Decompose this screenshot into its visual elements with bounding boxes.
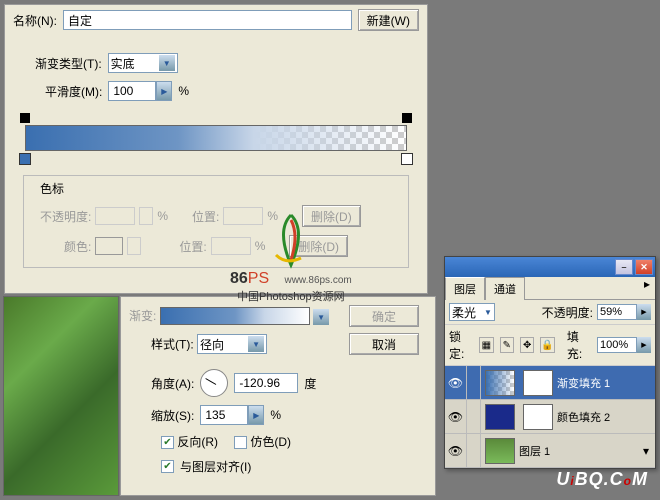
smoothness-label: 平滑度(M): <box>45 83 102 100</box>
lock-transparency-icon[interactable]: ▦ <box>479 337 493 353</box>
visibility-icon[interactable]: 👁 <box>445 434 467 467</box>
angle-input[interactable] <box>234 373 298 393</box>
opacity-label: 不透明度: <box>542 304 593 321</box>
footer-watermark: UiBQ.CoM <box>556 469 648 490</box>
color-label: 颜色: <box>64 238 91 255</box>
style-label: 样式(T): <box>151 338 194 352</box>
mask-thumb[interactable] <box>523 370 553 396</box>
percent-label: % <box>178 84 189 98</box>
background-photo <box>3 296 119 496</box>
gradient-type-label: 渐变类型(T): <box>35 55 102 72</box>
link-cell[interactable] <box>467 400 481 433</box>
layer-thumb[interactable] <box>485 438 515 464</box>
opacity-input <box>95 207 135 225</box>
fill-spinner[interactable]: ▶ <box>597 337 651 353</box>
visibility-icon[interactable]: 👁 <box>445 366 467 399</box>
cancel-button[interactable]: 取消 <box>349 333 419 355</box>
layer-list: 👁 渐变填充 1 👁 颜色填充 2 👁 图层 1 ▾ <box>445 366 655 468</box>
chevron-down-icon: ▼ <box>248 336 264 352</box>
link-cell[interactable] <box>467 366 481 399</box>
angle-dial[interactable] <box>200 369 228 397</box>
gradient-preview[interactable] <box>160 307 310 325</box>
layer-menu-icon[interactable]: ▾ <box>637 444 655 458</box>
gradient-editor-dialog: 名称(N): 新建(W) 渐变类型(T): 实底 ▼ 平滑度(M): ▶ % 色… <box>4 4 428 294</box>
stops-fieldset: 色标 不透明度: % 位置: % 删除(D) 颜色: 位置: % 删除(D) <box>23 175 409 268</box>
chevron-right-icon: ▶ <box>156 81 172 101</box>
gradient-fill-dialog: 渐变: ▼ 确定 样式(T): 径向 ▼ 取消 角度(A): 度 缩放(S): … <box>120 296 436 496</box>
position-input <box>223 207 263 225</box>
gradient-bar[interactable] <box>25 125 407 151</box>
layer-row[interactable]: 👁 图层 1 ▾ <box>445 434 655 468</box>
position-label: 位置: <box>192 208 219 225</box>
gradient-label: 渐变: <box>129 309 156 323</box>
chevron-right-icon: ▶ <box>248 405 264 425</box>
chevron-right-icon: ▶ <box>637 304 651 320</box>
lock-all-icon[interactable]: 🔒 <box>540 337 554 353</box>
name-label: 名称(N): <box>13 12 57 29</box>
visibility-icon[interactable]: 👁 <box>445 400 467 433</box>
stops-legend: 色标 <box>36 180 68 197</box>
chevron-right-icon <box>127 237 141 255</box>
color-stop-right[interactable] <box>401 153 413 165</box>
lock-paint-icon[interactable]: ✎ <box>500 337 514 353</box>
angle-label: 角度(A): <box>151 375 194 392</box>
scale-spinner[interactable]: ▶ <box>200 405 264 425</box>
position-label-2: 位置: <box>179 238 206 255</box>
align-label: 与图层对齐(I) <box>180 458 251 475</box>
scale-input[interactable] <box>200 405 248 425</box>
minimize-icon[interactable]: – <box>615 259 633 275</box>
smoothness-spinner[interactable]: ▶ <box>108 81 172 101</box>
gradient-type-value: 实底 <box>111 55 135 72</box>
position-input-2 <box>211 237 251 255</box>
panel-menu-icon[interactable]: ▸ <box>639 277 655 300</box>
link-cell[interactable] <box>467 434 481 467</box>
scale-label: 缩放(S): <box>151 407 194 424</box>
mask-thumb[interactable] <box>523 404 553 430</box>
opacity-stop-right[interactable] <box>402 113 412 123</box>
chevron-right-icon: ▶ <box>637 337 651 353</box>
delete-stop-button-2: 删除(D) <box>289 235 348 257</box>
dither-checkbox[interactable] <box>234 436 247 449</box>
layers-panel: – ✕ 图层 通道 ▸ 柔光 ▼ 不透明度: ▶ 锁定: ▦ ✎ ✥ 🔒 填充:… <box>444 256 656 469</box>
reverse-checkbox[interactable]: ✔ <box>161 436 174 449</box>
layer-thumb[interactable] <box>485 370 515 396</box>
new-button[interactable]: 新建(W) <box>358 9 419 31</box>
tab-layers[interactable]: 图层 <box>445 277 485 300</box>
reverse-label: 反向(R) <box>177 435 218 449</box>
blend-mode-select[interactable]: 柔光 ▼ <box>449 303 495 321</box>
color-swatch <box>95 237 123 255</box>
panel-titlebar[interactable]: – ✕ <box>445 257 655 277</box>
gradient-ramp[interactable] <box>25 113 407 165</box>
chevron-down-icon[interactable]: ▼ <box>313 309 329 325</box>
name-input[interactable] <box>63 10 352 30</box>
lock-position-icon[interactable]: ✥ <box>520 337 534 353</box>
smoothness-input[interactable] <box>108 81 156 101</box>
align-checkbox[interactable]: ✔ <box>161 460 174 473</box>
close-icon[interactable]: ✕ <box>635 259 653 275</box>
tab-channels[interactable]: 通道 <box>485 277 525 300</box>
fill-label: 填充: <box>567 328 591 362</box>
opacity-label: 不透明度: <box>40 208 91 225</box>
layer-thumb[interactable] <box>485 404 515 430</box>
opacity-spinner[interactable]: ▶ <box>597 304 651 320</box>
style-select[interactable]: 径向 ▼ <box>197 334 267 354</box>
confirm-button[interactable]: 确定 <box>349 305 419 327</box>
degree-label: 度 <box>304 375 316 392</box>
chevron-down-icon: ▼ <box>159 55 175 71</box>
lock-label: 锁定: <box>449 328 473 362</box>
gradient-type-select[interactable]: 实底 ▼ <box>108 53 178 73</box>
color-stop-left[interactable] <box>19 153 31 165</box>
opacity-stop-left[interactable] <box>20 113 30 123</box>
chevron-right-icon <box>139 207 153 225</box>
chevron-down-icon: ▼ <box>484 308 492 317</box>
layer-row[interactable]: 👁 颜色填充 2 <box>445 400 655 434</box>
layer-row[interactable]: 👁 渐变填充 1 <box>445 366 655 400</box>
delete-stop-button: 删除(D) <box>302 205 361 227</box>
dither-label: 仿色(D) <box>250 435 291 449</box>
